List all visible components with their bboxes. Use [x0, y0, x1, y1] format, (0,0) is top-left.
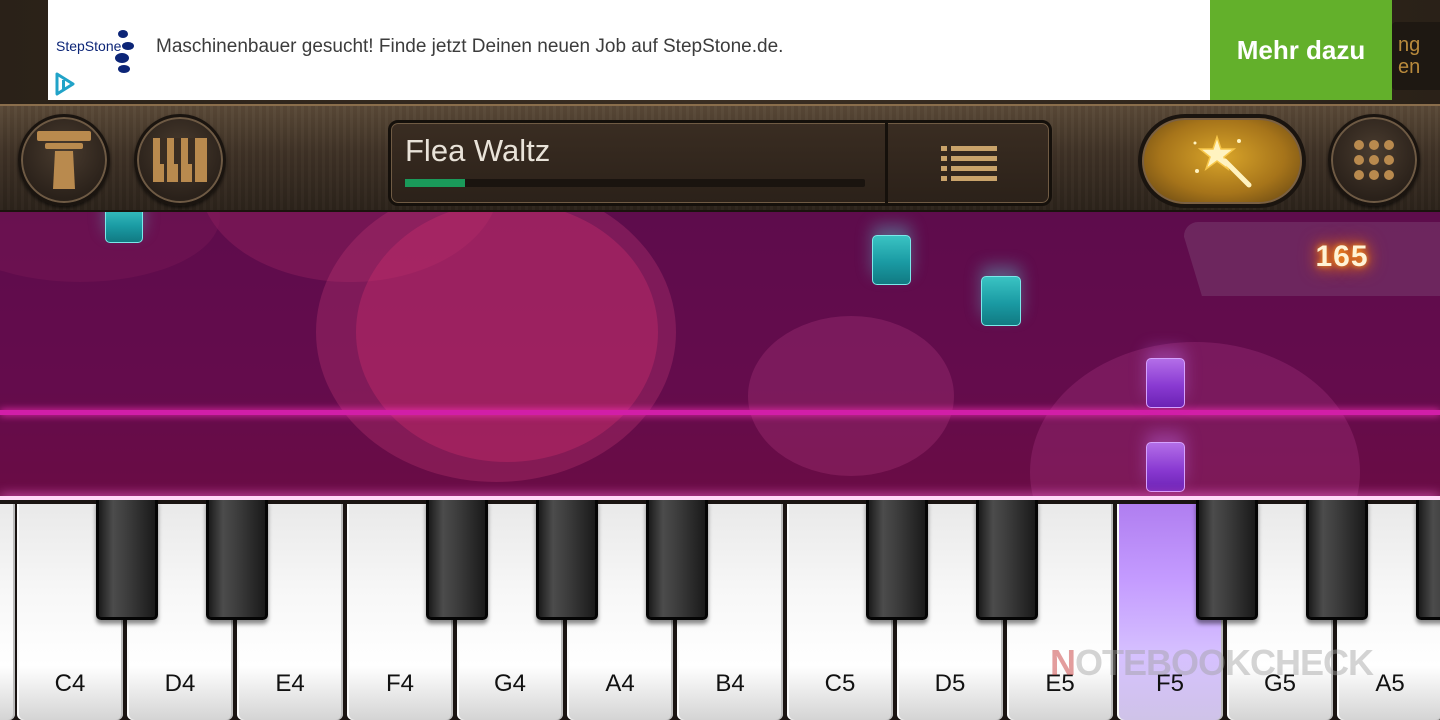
bg-bubble [1030, 342, 1360, 500]
grid-menu-icon [1354, 140, 1394, 180]
key-label: D4 [164, 670, 196, 697]
black-key[interactable] [866, 500, 928, 620]
key-label: D5 [934, 670, 966, 697]
note-play-area[interactable]: 165 [0, 212, 1440, 500]
falling-note-teal [105, 212, 143, 243]
piano-keyboard[interactable]: C4 D4 E4 F4 G4 A4 B4 C5 D5 E5 F5 G5 A5 NOTEBOOKCHECK [0, 500, 1440, 720]
toolbar: Flea Waltz [0, 104, 1440, 212]
ad-behind-label: ng en [1398, 34, 1421, 78]
key-label: A4 [605, 670, 635, 697]
song-panel[interactable]: Flea Waltz [388, 120, 1052, 206]
bg-bubble [748, 316, 954, 476]
key-label: G4 [493, 670, 526, 697]
song-title: Flea Waltz [405, 133, 551, 168]
bg-bubble [356, 212, 658, 462]
watermark-prefix: N [1050, 642, 1076, 683]
song-progress-bar [405, 179, 865, 187]
keyboard-mode-button[interactable] [134, 114, 226, 206]
ad-banner[interactable]: StepStone Maschinenbauer gesucht! Finde … [48, 0, 1392, 100]
hit-line [0, 410, 1440, 415]
song-list-button[interactable] [888, 123, 1049, 203]
black-key[interactable] [96, 500, 158, 620]
ad-text: Maschinenbauer gesucht! Finde jetzt Dein… [156, 36, 784, 57]
key-label: C4 [54, 670, 86, 697]
watermark-logo: NOTEBOOKCHECK [1050, 642, 1374, 684]
black-key[interactable] [206, 500, 268, 620]
magic-mode-button[interactable] [1138, 114, 1306, 208]
ad-behind-text: ng en [1392, 22, 1440, 90]
stepstone-logo: StepStone [48, 22, 143, 74]
score-value: 165 [1315, 240, 1369, 273]
ad-cta-button[interactable]: Mehr dazu [1210, 0, 1392, 100]
adchoices-icon[interactable] [48, 68, 80, 100]
black-key[interactable] [536, 500, 598, 620]
white-key-partial[interactable] [0, 504, 15, 720]
falling-note-teal [981, 276, 1021, 326]
song-progress-fill [405, 179, 465, 187]
magic-wand-icon [1193, 134, 1252, 188]
key-label: F4 [385, 670, 414, 697]
pedal-icon [37, 131, 91, 189]
watermark-rest: OTEBOOKCHECK [1075, 642, 1374, 683]
ad-area: StepStone Maschinenbauer gesucht! Finde … [0, 0, 1440, 104]
falling-note-purple [1146, 442, 1185, 492]
black-key[interactable] [426, 500, 488, 620]
black-key[interactable] [646, 500, 708, 620]
sustain-pedal-button[interactable] [18, 114, 110, 206]
key-label: C5 [824, 670, 856, 697]
falling-note-teal [872, 235, 911, 285]
piano-keys-icon [153, 138, 207, 182]
menu-grid-button[interactable] [1328, 114, 1420, 206]
list-icon [940, 146, 997, 181]
black-key[interactable] [1416, 500, 1440, 620]
black-key[interactable] [1196, 500, 1258, 620]
stepstone-dots-icon [115, 30, 134, 73]
key-label: B4 [715, 670, 745, 697]
black-key[interactable] [976, 500, 1038, 620]
falling-note-purple [1146, 358, 1185, 408]
black-key[interactable] [1306, 500, 1368, 620]
key-label: E4 [275, 670, 305, 697]
